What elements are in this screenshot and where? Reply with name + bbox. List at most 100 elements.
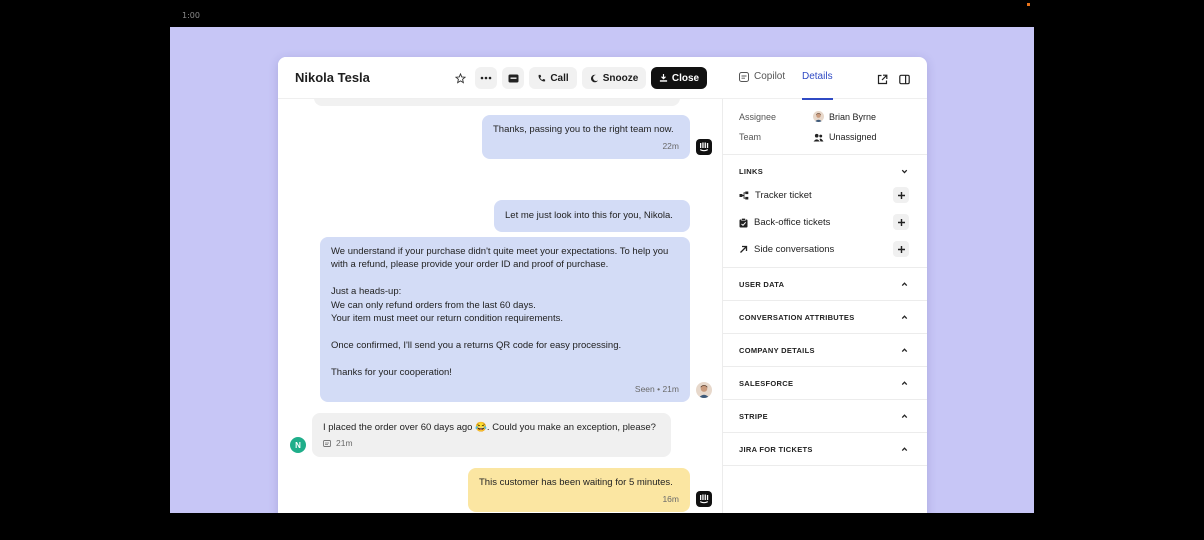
links-section-header[interactable]: LINKS	[739, 167, 763, 176]
chevron-up-icon[interactable]	[900, 412, 909, 421]
agent-avatar	[696, 382, 712, 398]
contact-name: Nikola Tesla	[295, 70, 370, 85]
section-salesforce[interactable]: SALESFORCE	[739, 379, 793, 388]
message-text: Thanks for your cooperation!	[331, 366, 452, 378]
panel-toggle-icon	[899, 74, 910, 85]
section-jira-for-tickets[interactable]: JIRA FOR TICKETS	[739, 445, 813, 454]
note-bubble: This customer has been waiting for 5 min…	[468, 468, 690, 512]
message-text: We understand if your purchase didn't qu…	[331, 246, 669, 271]
divider	[723, 333, 927, 334]
inbox-window: Nikola Tesla Call Snooze Close Thanks, p…	[278, 57, 927, 513]
message-text: This customer has been waiting for 5 min…	[479, 477, 673, 488]
chevron-up-icon[interactable]	[900, 379, 909, 388]
conversation-header: Nikola Tesla Call Snooze Close	[278, 57, 723, 99]
plus-icon	[897, 191, 905, 199]
call-label: Call	[550, 72, 569, 84]
active-tab-indicator	[802, 98, 833, 100]
add-back-office-ticket-button[interactable]	[893, 214, 909, 230]
more-button[interactable]	[475, 67, 497, 89]
tab-copilot[interactable]: Copilot	[739, 71, 785, 82]
team-row[interactable]: Team Unassigned	[739, 132, 877, 142]
close-conversation-button[interactable]: Close	[651, 67, 707, 89]
add-side-conversation-button[interactable]	[893, 241, 909, 257]
message-text: Your item must meet our return condition…	[331, 313, 563, 325]
close-inbox-icon	[659, 73, 667, 82]
snooze-button[interactable]: Snooze	[582, 67, 646, 89]
message-text: I placed the order over 60 days ago 😂. C…	[323, 422, 656, 433]
customer-avatar: N	[290, 437, 306, 453]
link-back-office-tickets[interactable]: Back-office tickets	[739, 217, 830, 228]
section-company-details[interactable]: COMPANY DETAILS	[739, 346, 815, 355]
message-text: Just a heads-up:	[331, 286, 402, 298]
external-link-icon	[877, 74, 888, 85]
link-side-conversations[interactable]: Side conversations	[739, 244, 834, 255]
sidebar-tabs: Copilot Details	[723, 57, 927, 100]
link-label: Back-office tickets	[754, 217, 831, 228]
video-time-label: 1:00	[182, 11, 200, 20]
assignee-avatar	[813, 111, 824, 122]
snooze-icon	[590, 74, 598, 82]
bot-avatar-icon	[699, 142, 709, 152]
message-text: Let me just look into this for you, Niko…	[505, 210, 673, 221]
phone-icon	[538, 74, 546, 81]
call-button[interactable]: Call	[529, 67, 577, 89]
chevron-up-icon[interactable]	[900, 445, 909, 454]
open-external-button[interactable]	[877, 72, 889, 85]
plus-icon	[897, 245, 905, 253]
clipboard-icon	[739, 217, 748, 227]
stage-background: Nikola Tesla Call Snooze Close Thanks, p…	[170, 27, 1034, 513]
arrow-up-right-icon	[740, 245, 748, 253]
divider	[723, 432, 927, 433]
assignee-label: Assignee	[739, 111, 777, 122]
message-text: Once confirmed, I'll send you a returns …	[331, 339, 622, 351]
section-user-data[interactable]: USER DATA	[739, 280, 784, 289]
close-label: Close	[671, 72, 700, 84]
divider	[723, 465, 927, 466]
toggle-panel-button[interactable]	[899, 72, 911, 85]
tab-copilot-label: Copilot	[754, 71, 786, 82]
section-stripe[interactable]: STRIPE	[739, 412, 768, 421]
divider	[723, 154, 927, 155]
copilot-icon	[739, 71, 749, 82]
message-time: 21m	[336, 438, 353, 449]
team-label: Team	[739, 132, 762, 142]
star-button[interactable]	[450, 67, 470, 89]
assignee-face-icon	[814, 113, 823, 122]
divider	[723, 300, 927, 301]
message-bubble: I placed the order over 60 days ago 😂. C…	[312, 413, 671, 457]
add-tracker-ticket-button[interactable]	[893, 187, 909, 203]
chevron-up-icon[interactable]	[900, 313, 909, 322]
divider	[723, 267, 927, 268]
tracker-icon	[739, 191, 749, 200]
link-label: Tracker ticket	[755, 190, 812, 201]
note-icon	[323, 440, 331, 448]
chevron-down-icon[interactable]	[900, 167, 909, 176]
message-bubble: Let me just look into this for you, Niko…	[494, 200, 690, 232]
message-time: 16m	[662, 494, 679, 505]
conversation-pane: Nikola Tesla Call Snooze Close Thanks, p…	[278, 57, 723, 513]
chevron-up-icon[interactable]	[900, 280, 909, 289]
message-meta: 21m	[323, 437, 660, 450]
divider	[723, 366, 927, 367]
ticket-icon	[508, 74, 518, 82]
message-list[interactable]: Thanks, passing you to the right team no…	[278, 93, 723, 513]
assignee-value: Brian Byrne	[829, 111, 877, 122]
bot-avatar	[696, 491, 712, 507]
section-conversation-attributes[interactable]: CONVERSATION ATTRIBUTES	[739, 313, 855, 322]
tab-details-label: Details	[802, 71, 833, 82]
link-tracker-ticket[interactable]: Tracker ticket	[739, 190, 812, 201]
message-text: Thanks, passing you to the right team no…	[493, 124, 674, 135]
tab-details[interactable]: Details	[802, 71, 833, 82]
assignee-row[interactable]: Assignee Brian Byrne	[739, 111, 876, 122]
convert-ticket-button[interactable]	[502, 67, 524, 89]
chevron-up-icon[interactable]	[900, 346, 909, 355]
recording-indicator	[1027, 3, 1030, 6]
snooze-label: Snooze	[602, 72, 639, 84]
link-label: Side conversations	[754, 244, 835, 255]
message-status: Seen • 21m	[634, 384, 679, 395]
message-text: We can only refund orders from the last …	[331, 299, 536, 311]
team-value: Unassigned	[829, 132, 877, 142]
bot-avatar-icon	[699, 494, 709, 504]
plus-icon	[897, 218, 905, 226]
team-icon	[813, 133, 824, 142]
